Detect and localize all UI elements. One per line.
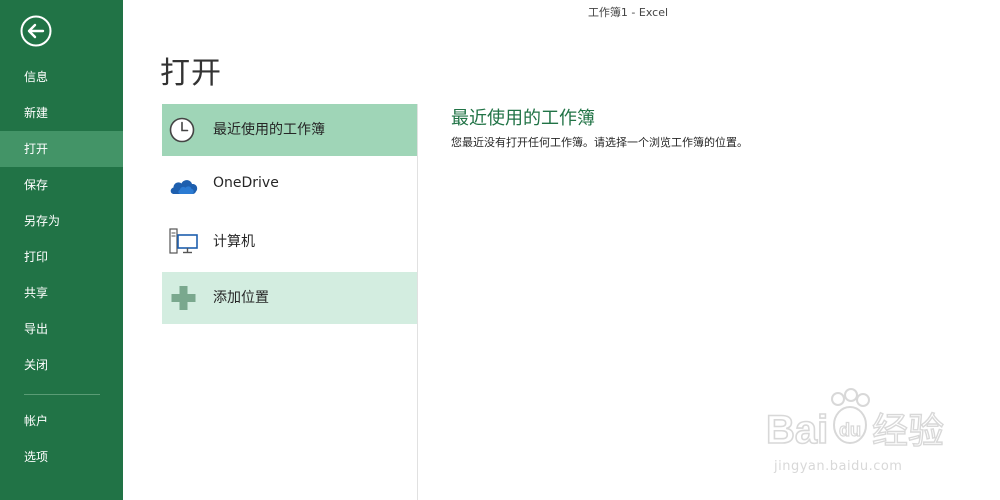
sidebar-item-export[interactable]: 导出 [0, 311, 123, 347]
svg-text:Bai: Bai [766, 408, 828, 452]
back-arrow-icon [20, 15, 52, 47]
place-label: 最近使用的工作簿 [213, 122, 325, 138]
pane-divider [417, 104, 418, 500]
baidu-logo-icon: Bai du 经验 [765, 388, 945, 453]
place-computer[interactable]: 计算机 [162, 216, 417, 268]
svg-text:du: du [839, 420, 861, 440]
sidebar-nav-bottom: 帐户 选项 [0, 403, 123, 475]
backstage-sidebar: 信息 新建 打开 保存 另存为 打印 共享 导出 关闭 帐户 选项 [0, 0, 123, 500]
back-button[interactable] [20, 15, 52, 47]
sidebar-item-options[interactable]: 选项 [0, 439, 123, 475]
sidebar-item-info[interactable]: 信息 [0, 59, 123, 95]
place-label: 添加位置 [213, 290, 269, 306]
sidebar-item-save[interactable]: 保存 [0, 167, 123, 203]
detail-message: 您最近没有打开任何工作簿。请选择一个浏览工作簿的位置。 [451, 136, 748, 149]
svg-text:经验: 经验 [872, 411, 944, 452]
place-recent-workbooks[interactable]: 最近使用的工作簿 [162, 104, 417, 156]
sidebar-nav: 信息 新建 打开 保存 另存为 打印 共享 导出 关闭 [0, 59, 123, 383]
place-add-location[interactable]: 添加位置 [162, 272, 417, 324]
detail-heading: 最近使用的工作簿 [451, 108, 595, 129]
place-label: 计算机 [213, 234, 255, 250]
cloud-icon [168, 170, 200, 202]
sidebar-item-share[interactable]: 共享 [0, 275, 123, 311]
places-list: 最近使用的工作簿 OneDrive 计算机 添加位置 [162, 104, 417, 328]
sidebar-item-new[interactable]: 新建 [0, 95, 123, 131]
sidebar-item-open[interactable]: 打开 [0, 131, 123, 167]
watermark-url: jingyan.baidu.com [774, 459, 903, 474]
place-onedrive[interactable]: OneDrive [162, 160, 417, 212]
plus-icon [168, 282, 200, 314]
page-title: 打开 [160, 56, 222, 91]
sidebar-item-account[interactable]: 帐户 [0, 403, 123, 439]
sidebar-divider [24, 394, 100, 395]
window-title: 工作簿1 - Excel [587, 6, 669, 19]
sidebar-item-save-as[interactable]: 另存为 [0, 203, 123, 239]
excel-backstage: 信息 新建 打开 保存 另存为 打印 共享 导出 关闭 帐户 选项 工作簿1 -… [0, 0, 1000, 500]
clock-icon [168, 114, 200, 146]
sidebar-item-print[interactable]: 打印 [0, 239, 123, 275]
computer-icon [168, 226, 200, 258]
sidebar-item-close[interactable]: 关闭 [0, 347, 123, 383]
baidu-watermark: Bai du 经验 jingyan.baidu.com [760, 385, 960, 485]
place-label: OneDrive [213, 175, 279, 191]
